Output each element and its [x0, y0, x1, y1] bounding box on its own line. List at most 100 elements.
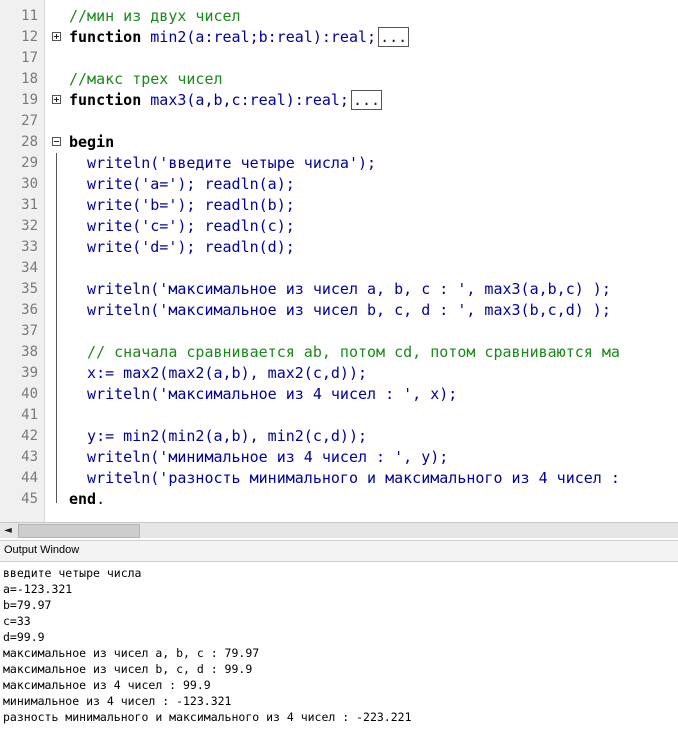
- code-line[interactable]: 45 end.: [0, 489, 678, 510]
- code-line[interactable]: 42 y:= min2(min2(a,b), min2(c,d));: [0, 426, 678, 447]
- scrollbar-thumb[interactable]: [18, 524, 140, 538]
- code-text: writeln('разность минимального и максима…: [69, 468, 629, 489]
- line-number: 30: [21, 176, 38, 192]
- line-number: 11: [21, 8, 38, 24]
- scroll-left-arrow-icon[interactable]: ◄: [0, 523, 16, 538]
- code-line[interactable]: 30 write('a='); readln(a);: [0, 174, 678, 195]
- code-line[interactable]: 35 writeln('максимальное из чисел a, b, …: [0, 279, 678, 300]
- line-number: 32: [21, 218, 38, 234]
- output-window-titlebar: Output Window: [0, 540, 678, 562]
- code-text: y:= min2(min2(a,b), min2(c,d));: [69, 426, 367, 447]
- line-number: 43: [21, 449, 38, 465]
- code-text: function min2(a:real;b:real):real;...: [69, 27, 410, 48]
- code-token: .: [96, 490, 106, 508]
- code-keyword: function: [69, 28, 142, 46]
- line-number: 41: [21, 407, 38, 423]
- code-line[interactable]: 34: [0, 258, 678, 279]
- line-number: 40: [21, 386, 38, 402]
- code-line[interactable]: 11 //мин из двух чисел: [0, 6, 678, 27]
- line-number: 18: [21, 71, 38, 87]
- code-text: end.: [69, 489, 105, 510]
- line-number: 44: [21, 470, 38, 486]
- code-keyword: begin: [69, 133, 115, 151]
- line-number: 28: [21, 134, 38, 150]
- code-line[interactable]: 41: [0, 405, 678, 426]
- code-text: function max3(a,b,c:real):real;...: [69, 90, 383, 111]
- fold-expand-icon[interactable]: [52, 95, 61, 104]
- code-editor[interactable]: 11 //мин из двух чисел 12 function min2(a:r…: [0, 0, 678, 522]
- code-token: x:= max2(max2(a,b), max2(c,d));: [69, 364, 368, 382]
- code-line[interactable]: 43 writeln('минимальное из 4 чисел : ', …: [0, 447, 678, 468]
- line-number: 34: [21, 260, 38, 276]
- code-token: writeln('максимальное из 4 чисел : ', x)…: [69, 385, 458, 403]
- code-line[interactable]: 27: [0, 111, 678, 132]
- code-line[interactable]: 28 begin: [0, 132, 678, 153]
- line-number: 29: [21, 155, 38, 171]
- code-text: x:= max2(max2(a,b), max2(c,d));: [69, 363, 367, 384]
- folded-region-marker[interactable]: ...: [350, 90, 383, 110]
- code-line[interactable]: 18 //макс трех чисел: [0, 69, 678, 90]
- code-line[interactable]: 19 function max3(a,b,c:real):real;...: [0, 90, 678, 111]
- line-number: 42: [21, 428, 38, 444]
- code-line[interactable]: 40 writeln('максимальное из 4 чисел : ',…: [0, 384, 678, 405]
- line-number: 38: [21, 344, 38, 360]
- code-token: writeln('введите четыре числа');: [69, 154, 377, 172]
- output-line: c=33: [3, 614, 31, 628]
- code-token: write('a='); readln(a);: [69, 175, 295, 193]
- code-text: write('d='); readln(d);: [69, 237, 295, 258]
- code-text: write('b='); readln(b);: [69, 195, 295, 216]
- code-text: // сначала сравнивается ab, потом cd, по…: [69, 342, 620, 363]
- code-token: writeln('разность минимального и максима…: [69, 469, 629, 487]
- code-line[interactable]: 44 writeln('разность минимального и макс…: [0, 468, 678, 489]
- output-line: максимальное из чисел b, c, d : 99.9: [3, 662, 253, 676]
- code-line[interactable]: 17: [0, 48, 678, 69]
- code-text: writeln('максимальное из чисел b, c, d :…: [69, 300, 611, 321]
- line-number: 37: [21, 323, 38, 339]
- code-line[interactable]: 12 function min2(a:real;b:real):real;...: [0, 27, 678, 48]
- code-text: writeln('минимальное из 4 чисел : ', y);: [69, 447, 448, 468]
- code-line[interactable]: 32 write('c='); readln(c);: [0, 216, 678, 237]
- code-token: writeln('максимальное из чисел a, b, c :…: [69, 280, 611, 298]
- code-text: //мин из двух чисел: [69, 6, 241, 27]
- output-line: минимальное из 4 чисел : -123.321: [3, 694, 232, 708]
- output-window-title: Output Window: [4, 544, 80, 556]
- line-number: 27: [21, 113, 38, 129]
- folded-region-marker[interactable]: ...: [378, 27, 410, 47]
- code-line[interactable]: 37: [0, 321, 678, 342]
- code-token: y:= min2(min2(a,b), min2(c,d));: [69, 427, 368, 445]
- code-line[interactable]: 38 // сначала сравнивается ab, потом cd,…: [0, 342, 678, 363]
- output-line: b=79.97: [3, 598, 52, 612]
- code-line[interactable]: 33 write('d='); readln(d);: [0, 237, 678, 258]
- line-number: 36: [21, 302, 38, 318]
- code-text: writeln('максимальное из 4 чисел : ', x)…: [69, 384, 457, 405]
- code-line[interactable]: 29 writeln('введите четыре числа');: [0, 153, 678, 174]
- horizontal-scrollbar[interactable]: ◄: [0, 522, 678, 538]
- code-line[interactable]: 39 x:= max2(max2(a,b), max2(c,d));: [0, 363, 678, 384]
- line-number: 35: [21, 281, 38, 297]
- output-line: максимальное из чисел a, b, c : 79.97: [3, 646, 260, 660]
- fold-expand-icon[interactable]: [52, 32, 61, 41]
- code-text: write('c='); readln(c);: [69, 216, 295, 237]
- output-line: введите четыре числа: [3, 566, 142, 580]
- code-token: writeln('минимальное из 4 чисел : ', y);: [69, 448, 449, 466]
- code-text: writeln('введите четыре числа');: [69, 153, 376, 174]
- output-line: разность минимального и максимального из…: [3, 710, 412, 724]
- code-text: writeln('максимальное из чисел a, b, c :…: [69, 279, 611, 300]
- code-token: write('b='); readln(b);: [69, 196, 295, 214]
- code-token: writeln('максимальное из чисел b, c, d :…: [69, 301, 611, 319]
- output-window[interactable]: введите четыре числа a=-123.321 b=79.97 c=3…: [0, 562, 678, 742]
- line-number: 17: [21, 50, 38, 66]
- code-text: begin: [69, 132, 114, 153]
- code-token: min2(a:real;b:real):real;: [141, 28, 377, 46]
- code-comment: //макс трех чисел: [69, 70, 223, 88]
- code-line[interactable]: 36 writeln('максимальное из чисел b, c, …: [0, 300, 678, 321]
- output-line: a=-123.321: [3, 582, 73, 596]
- output-line: d=99.9: [3, 630, 45, 644]
- code-line[interactable]: 31 write('b='); readln(b);: [0, 195, 678, 216]
- code-keyword: function: [69, 91, 142, 109]
- code-comment: // сначала сравнивается ab, потом cd, по…: [69, 343, 620, 361]
- line-number: 33: [21, 239, 38, 255]
- output-line: максимальное из 4 чисел : 99.9: [3, 678, 211, 692]
- code-token: write('c='); readln(c);: [69, 217, 295, 235]
- fold-collapse-icon[interactable]: [52, 137, 61, 146]
